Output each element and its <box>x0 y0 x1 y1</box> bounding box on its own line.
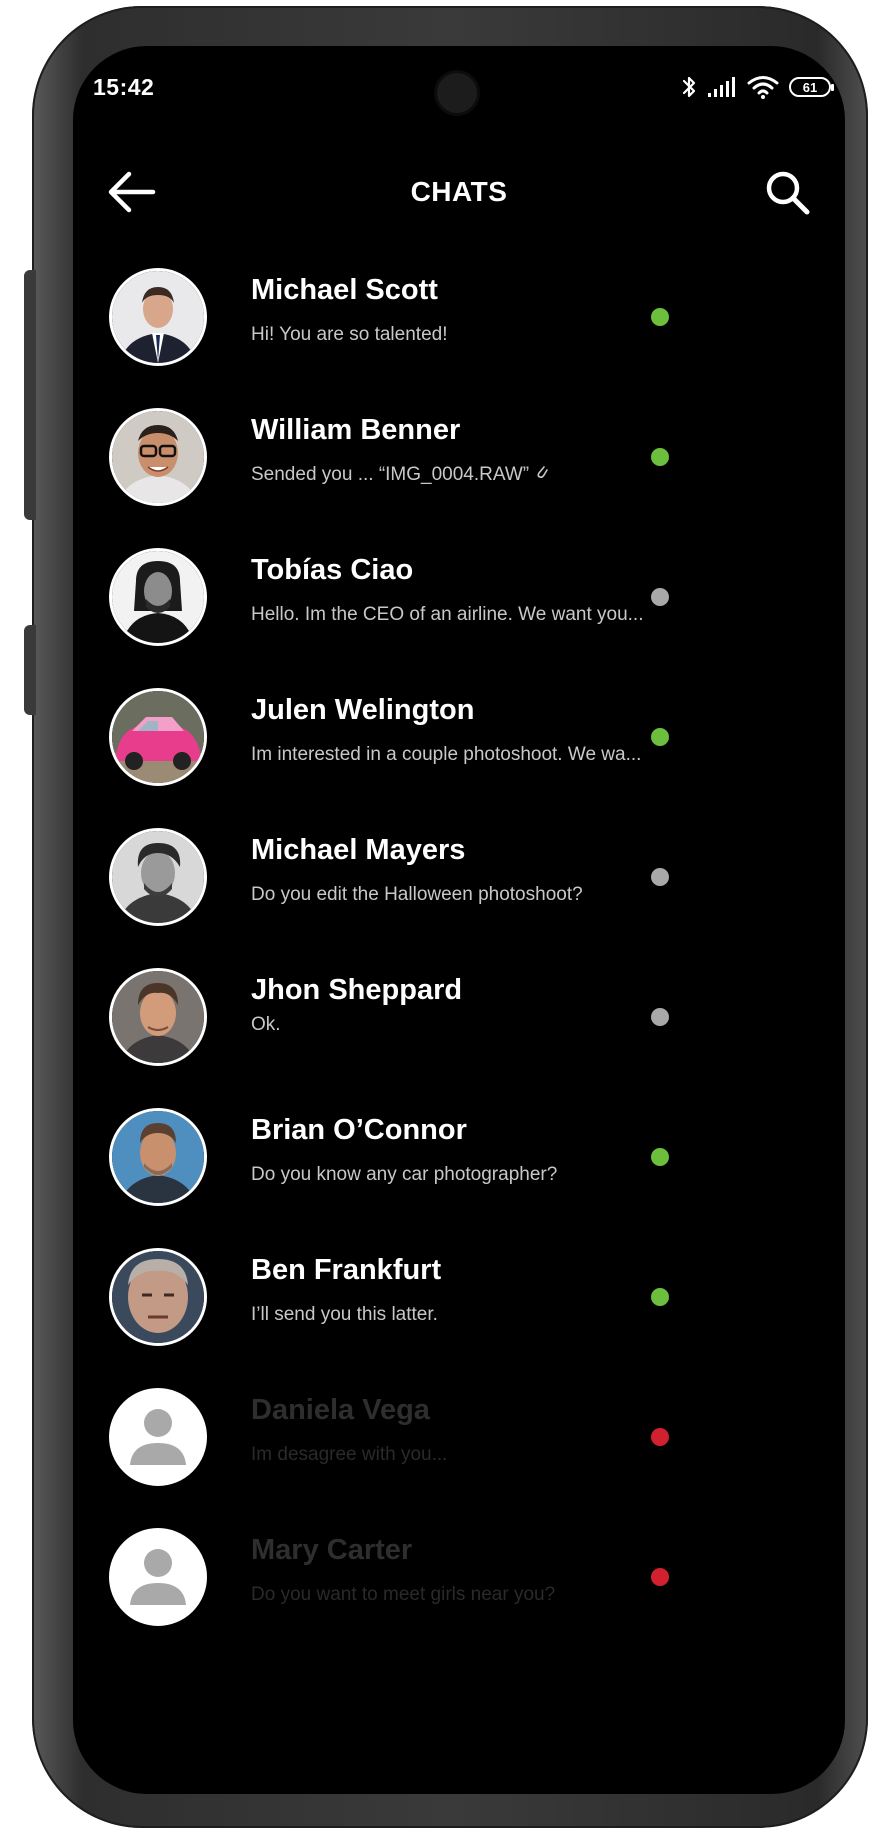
chat-item[interactable]: Brian O’Connor Do you know any car photo… <box>73 1106 845 1246</box>
person-photo-icon <box>112 271 204 363</box>
front-camera <box>437 73 477 113</box>
online-status-dot <box>651 308 669 326</box>
person-photo-icon <box>112 1111 204 1203</box>
chat-item[interactable]: Michael Scott Hi! You are so talented! <box>73 266 845 406</box>
status-time: 15:42 <box>93 74 155 100</box>
page-title: CHATS <box>410 176 508 207</box>
online-status-dot <box>651 728 669 746</box>
chat-name: William Benner <box>251 414 461 446</box>
volume-button <box>24 270 36 520</box>
avatar <box>109 268 207 366</box>
chat-item[interactable]: Mary Carter Do you want to meet girls ne… <box>73 1526 845 1666</box>
status-icons: 61 <box>681 72 834 102</box>
away-status-dot <box>651 868 669 886</box>
avatar <box>109 1248 207 1346</box>
chat-last-message: Im desagree with you... <box>251 1444 448 1465</box>
avatar <box>109 548 207 646</box>
away-status-dot <box>651 1008 669 1026</box>
chat-last-message: I’ll send you this latter. <box>251 1304 438 1325</box>
default-user-icon <box>112 1391 204 1483</box>
chat-last-message: Sended you ... “IMG_0004.RAW” <box>251 464 549 486</box>
person-photo-icon <box>112 831 204 923</box>
chat-name: Michael Mayers <box>251 834 466 866</box>
chat-name: Michael Scott <box>251 274 438 306</box>
battery-indicator: 61 <box>789 77 834 97</box>
bluetooth-icon <box>682 76 696 98</box>
chat-name: Tobías Ciao <box>251 554 414 586</box>
online-status-dot <box>651 1288 669 1306</box>
avatar <box>109 968 207 1066</box>
chat-name: Jhon Sheppard <box>251 974 463 1006</box>
search-button[interactable] <box>759 166 815 218</box>
chat-item[interactable]: William Benner Sended you ... “IMG_0004.… <box>73 406 845 546</box>
avatar <box>109 828 207 926</box>
chat-last-message: Ok. <box>251 1014 281 1035</box>
avatar <box>109 1108 207 1206</box>
chat-item[interactable]: Michael Mayers Do you edit the Halloween… <box>73 826 845 966</box>
attachment-icon <box>537 466 548 479</box>
chat-name: Mary Carter <box>251 1534 413 1566</box>
person-photo-icon <box>112 1251 204 1343</box>
chats-header: CHATS <box>73 154 845 230</box>
default-user-icon <box>112 1531 204 1623</box>
online-status-dot <box>651 1148 669 1166</box>
avatar <box>109 1528 207 1626</box>
blocked-status-dot <box>651 1568 669 1586</box>
chat-name: Ben Frankfurt <box>251 1254 442 1286</box>
online-status-dot <box>651 448 669 466</box>
chat-name: Julen Welington <box>251 694 475 726</box>
chat-item[interactable]: Ben Frankfurt I’ll send you this latter. <box>73 1246 845 1386</box>
chat-last-message: Im interested in a couple photoshoot. We… <box>251 744 642 765</box>
chat-list: Michael Scott Hi! You are so talented! W… <box>73 266 845 1666</box>
chat-last-message: Hi! You are so talented! <box>251 324 448 345</box>
phone-screen: 15:42 61 CHATS Michael Scott Hi! You are… <box>73 46 845 1794</box>
blocked-status-dot <box>651 1428 669 1446</box>
chat-item[interactable]: Julen Welington Im interested in a coupl… <box>73 686 845 826</box>
wifi-icon <box>747 76 779 99</box>
chat-name: Daniela Vega <box>251 1394 430 1426</box>
avatar <box>109 688 207 786</box>
power-button <box>24 625 36 715</box>
chat-name: Brian O’Connor <box>251 1114 467 1146</box>
avatar <box>109 408 207 506</box>
chat-item[interactable]: Daniela Vega Im desagree with you... <box>73 1386 845 1526</box>
avatar <box>109 1388 207 1486</box>
chat-item[interactable]: Jhon Sheppard Ok. <box>73 966 845 1106</box>
chat-last-message: Do you edit the Halloween photoshoot? <box>251 884 583 905</box>
chat-last-message: Do you know any car photographer? <box>251 1164 558 1185</box>
chat-last-message: Do you want to meet girls near you? <box>251 1584 556 1605</box>
person-photo-icon <box>112 971 204 1063</box>
signal-icon <box>708 77 735 97</box>
chat-item[interactable]: Tobías Ciao Hello. Im the CEO of an airl… <box>73 546 845 686</box>
search-icon <box>766 171 810 215</box>
away-status-dot <box>651 588 669 606</box>
person-photo-icon <box>112 551 204 643</box>
person-photo-icon <box>112 411 204 503</box>
pink-car-photo-icon <box>112 691 204 783</box>
chat-last-message: Hello. Im the CEO of an airline. We want… <box>251 604 644 625</box>
chat-last-message-text: Sended you ... “IMG_0004.RAW” <box>251 464 530 485</box>
